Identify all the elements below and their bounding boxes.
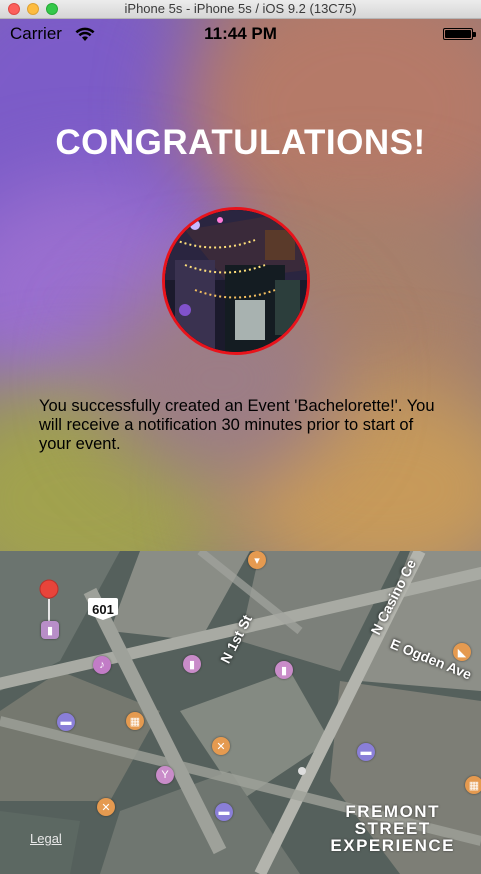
status-time: 11:44 PM [204,24,277,43]
battery-tip [473,32,476,37]
restaurant-poi-icon[interactable]: ✕ [97,798,115,816]
music-poi-icon[interactable]: ♪ [93,656,111,674]
casino-poi-icon[interactable]: ▮ [41,621,59,639]
pizza-poi-icon[interactable]: ◣ [453,643,471,661]
map-view[interactable]: 601 N 1st St N Casino Ce E Ogden Ave ▮ ♪… [0,551,481,874]
bar-poi-icon[interactable]: Y [156,766,174,784]
shopping-poi-icon[interactable]: ▦ [126,712,144,730]
ice-cream-poi-icon[interactable]: ▾ [248,551,266,569]
casino-poi-icon[interactable]: ▮ [275,661,293,679]
simulator-title-bar: iPhone 5s - iPhone 5s / iOS 9.2 (13C75) [0,0,481,19]
hotel-poi-icon[interactable]: ▬ [357,743,375,761]
shopping-poi-icon[interactable]: ▦ [465,776,481,794]
status-bar: Carrier 11:44 PM [0,19,481,51]
restaurant-poi-icon[interactable]: ✕ [212,737,230,755]
phone-screen: Carrier 11:44 PM CONGRATULATIONS! You su… [0,19,481,874]
hotel-poi-icon[interactable]: ▬ [215,803,233,821]
landmark-line-2: STREET [354,819,431,838]
window-title: iPhone 5s - iPhone 5s / iOS 9.2 (13C75) [124,1,357,16]
landmark-line-3: EXPERIENCE [330,836,455,855]
congratulations-heading: CONGRATULATIONS! [55,123,426,162]
legal-link[interactable]: Legal [30,831,62,846]
fremont-street-experience-label: FREMONT STREET EXPERIENCE [330,803,455,854]
casino-poi-icon[interactable]: ▮ [183,655,201,673]
event-photo [162,207,310,355]
landmark-line-1: FREMONT [345,802,440,821]
hotel-poi-icon[interactable]: ▬ [57,713,75,731]
battery-icon [443,28,473,40]
event-created-message: You successfully created an Event 'Bache… [39,397,435,453]
